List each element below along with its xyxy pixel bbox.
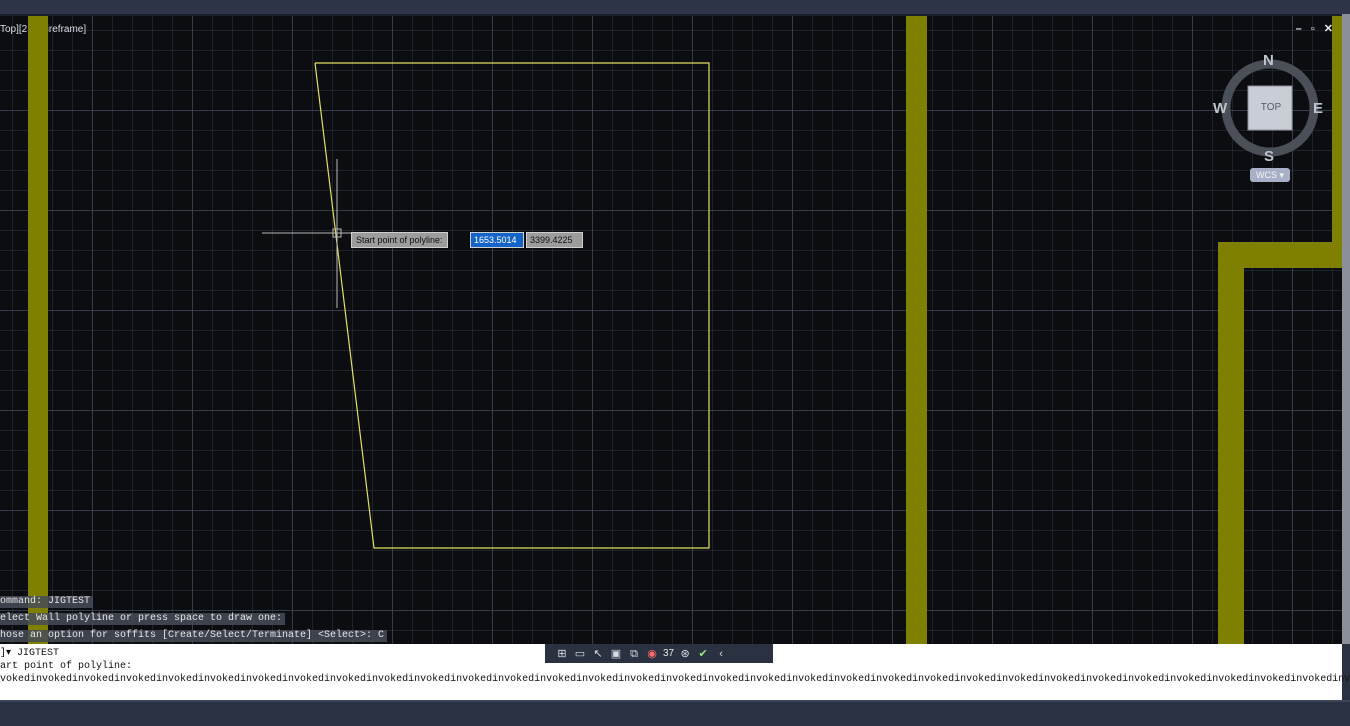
title-bar [0,0,1350,14]
accessibility-icon[interactable]: ⊛ [678,647,692,661]
workspace-icon[interactable]: ⧉ [627,647,641,661]
annotation-count: 37 [663,648,675,659]
check-icon[interactable]: ✔ [696,647,710,661]
polyline-drawing[interactable] [0,16,1342,646]
status-toolbar: ⊞ ▭ ↖ ▣ ⧉ ◉ 37 ⊛ ✔ ‹ [545,644,773,663]
select-cursor-icon[interactable]: ↖ [591,647,605,661]
annotation-scale-icon[interactable]: ◉ [645,647,659,661]
command-line-current[interactable]: ]▾ JIGTEST [0,648,59,660]
compass-north[interactable]: N [1263,52,1274,69]
collapse-icon[interactable]: ‹ [714,647,728,661]
jig-x-input[interactable]: 1653.5014 [470,232,524,248]
command-line-output: vokedinvokedinvokedinvokedinvokedinvoked… [0,674,1350,685]
command-history-line-2: elect Wall polyline or press space to dr… [0,613,286,625]
command-history-line-3: hose an option for soffits [Create/Selec… [0,630,388,642]
jig-y-input[interactable]: 3399.4225 [526,232,583,248]
compass-west[interactable]: W [1213,100,1227,117]
compass-south[interactable]: S [1264,148,1274,165]
wcs-menu-button[interactable]: WCS ▾ [1250,168,1290,182]
jig-prompt-tooltip: Start point of polyline: [351,232,448,248]
viewport-scrollbar[interactable] [1342,14,1350,644]
soffit-polyline [314,62,710,549]
viewcube-face-label[interactable]: TOP [1259,102,1283,113]
command-history-line-1: ommand: JIGTEST [0,596,94,608]
drawing-viewport[interactable]: Top][2D Wireframe] – ▫ ✕ ommand: JIGTEST… [0,14,1342,646]
layout-icon[interactable]: ⊞ [555,647,569,661]
command-line-prompt: art point of polyline: [0,661,133,672]
compass-east[interactable]: E [1313,100,1323,117]
camera-icon[interactable]: ▭ [573,647,587,661]
frame-icon[interactable]: ▣ [609,647,623,661]
bottom-bar [0,700,1350,726]
